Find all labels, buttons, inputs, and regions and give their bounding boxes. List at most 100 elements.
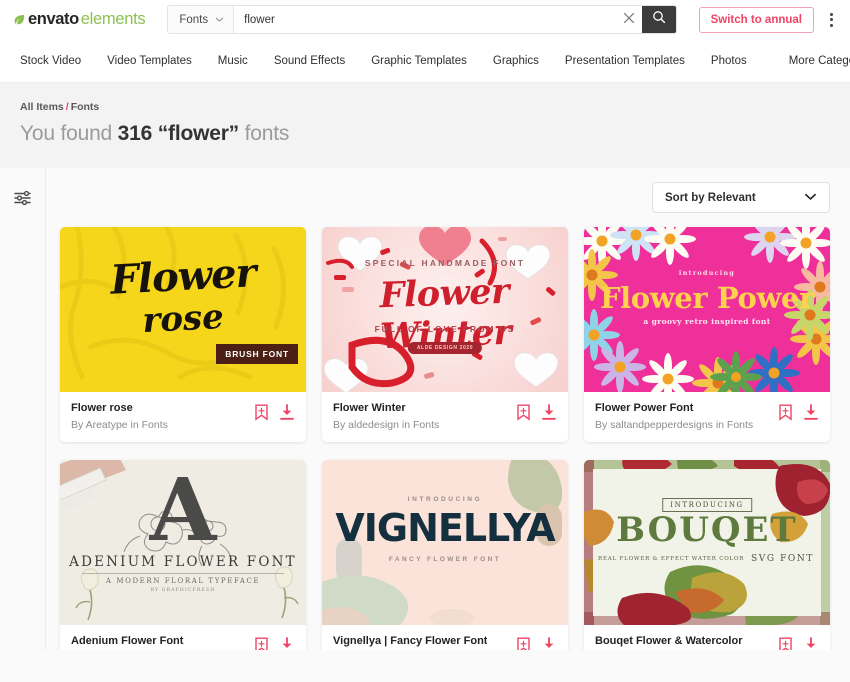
card-thumbnail[interactable]: Flower rose BRUSH FONT xyxy=(60,227,306,392)
nav-item-stock-video[interactable]: Stock Video xyxy=(18,55,94,67)
nav-item-graphic-templates[interactable]: Graphic Templates xyxy=(358,55,480,67)
kebab-dot xyxy=(830,12,833,16)
nav-item-graphics[interactable]: Graphics xyxy=(480,55,552,67)
card-meta: Bouqet Flower & Watercolor By maghrib in… xyxy=(584,625,830,650)
kebab-menu-icon[interactable] xyxy=(827,9,836,31)
breadcrumb-fonts[interactable]: Fonts xyxy=(71,101,100,113)
nav-item-presentation-templates[interactable]: Presentation Templates xyxy=(552,55,698,67)
breadcrumb-all-items[interactable]: All Items xyxy=(20,101,64,113)
result-card[interactable]: Flower rose BRUSH FONT Flower rose By Ar… xyxy=(60,227,306,442)
sort-by-select[interactable]: Sort by Relevant xyxy=(652,182,830,213)
search-submit-button[interactable] xyxy=(641,6,676,33)
chevron-down-icon xyxy=(804,190,817,206)
results-grid: Flower rose BRUSH FONT Flower rose By Ar… xyxy=(60,227,830,650)
filter-sliders-icon[interactable] xyxy=(14,190,31,211)
download-icon[interactable] xyxy=(279,404,295,426)
result-card[interactable]: SPECIAL HANDMADE FONT Flower Winter FULL… xyxy=(322,227,568,442)
card-meta: Flower rose By Areatype in Fonts xyxy=(60,392,306,442)
add-to-collection-icon[interactable] xyxy=(254,404,269,426)
card-author[interactable]: By aldedesign in Fonts xyxy=(333,419,439,431)
thumb-headline: VIGNELLYA xyxy=(335,505,555,550)
nav-item-more-categories[interactable]: More Categories xyxy=(776,55,850,67)
leaf-icon xyxy=(14,14,25,25)
sort-row: Sort by Relevant xyxy=(60,182,830,213)
nav-item-video-templates[interactable]: Video Templates xyxy=(94,55,205,67)
thumb-subheadline: REAL FLOWER & EFFECT WATER COLOR xyxy=(598,555,745,562)
add-to-collection-icon[interactable] xyxy=(516,404,531,426)
thumb-headline: ADENIUM FLOWER FONT xyxy=(69,553,297,570)
result-card[interactable]: INTRODUCING VIGNELLYA FANCY FLOWER FONT … xyxy=(322,459,568,650)
card-title[interactable]: Flower rose xyxy=(71,401,168,416)
top-bar: envatoelements Fonts Switch to annu xyxy=(0,0,850,40)
thumb-credit: BY GRAPHICFRESH xyxy=(150,587,216,593)
card-actions xyxy=(778,634,819,650)
card-thumbnail[interactable]: INTRODUCING VIGNELLYA FANCY FLOWER FONT xyxy=(322,459,568,625)
card-title[interactable]: Flower Winter xyxy=(333,401,439,416)
filter-rail xyxy=(0,168,46,650)
card-thumbnail[interactable]: A ADENIUM FLOWER FONT A MODERN FLORAL TY… xyxy=(60,459,306,625)
sort-by-label: Sort by Relevant xyxy=(665,191,756,204)
download-icon[interactable] xyxy=(541,404,557,426)
result-card[interactable]: introducing Flower Power a groovy retro … xyxy=(584,227,830,442)
card-meta: Vignellya | Fancy Flower Font By Vunira … xyxy=(322,625,568,650)
add-to-collection-icon[interactable] xyxy=(516,637,531,650)
thumb-tagline: SVG FONT xyxy=(750,553,814,564)
page-title-prefix: You found xyxy=(20,122,118,145)
hero-section: All Items / Fonts You found 316 “flower” f… xyxy=(0,83,850,168)
download-icon[interactable] xyxy=(803,404,819,426)
kebab-dot xyxy=(830,23,833,27)
card-meta-text: Bouqet Flower & Watercolor By maghrib in… xyxy=(595,634,743,650)
card-title[interactable]: Vignellya | Fancy Flower Font xyxy=(333,634,487,649)
thumb-kicker: INTRODUCING xyxy=(407,495,483,503)
breadcrumb: All Items / Fonts xyxy=(20,101,830,113)
add-to-collection-icon[interactable] xyxy=(778,404,793,426)
thumb-kicker: SPECIAL HANDMADE FONT xyxy=(364,258,526,268)
thumb-badge: BRUSH FONT xyxy=(216,344,298,364)
download-icon[interactable] xyxy=(803,636,819,650)
page-title-suffix: fonts xyxy=(239,122,290,145)
search-input[interactable] xyxy=(234,6,616,33)
switch-to-annual-button[interactable]: Switch to annual xyxy=(698,6,814,33)
logo-envato-text: envato xyxy=(28,10,79,28)
thumb-subheadline: A MODERN FLORAL TYPEFACE xyxy=(105,576,261,585)
card-meta-text: Flower Winter By aldedesign in Fonts xyxy=(333,401,439,431)
add-to-collection-icon[interactable] xyxy=(254,637,269,650)
thumb-badge: ALDE DESIGN 2020 xyxy=(407,342,483,354)
result-card[interactable]: A ADENIUM FLOWER FONT A MODERN FLORAL TY… xyxy=(60,459,306,650)
chevron-down-icon xyxy=(215,15,224,24)
card-actions xyxy=(254,401,295,426)
logo[interactable]: envato elements xyxy=(14,10,146,29)
breadcrumb-separator: / xyxy=(65,101,69,113)
search-icon xyxy=(652,10,666,29)
card-actions xyxy=(516,634,557,650)
primary-nav: Stock Video Video Templates Music Sound … xyxy=(0,40,850,83)
card-thumbnail[interactable]: SPECIAL HANDMADE FONT Flower Winter FULL… xyxy=(322,227,568,392)
search-bar: Fonts xyxy=(167,5,677,34)
card-thumbnail[interactable]: INTRODUCING BOUQET REAL FLOWER & EFFECT … xyxy=(584,459,830,625)
result-card[interactable]: INTRODUCING BOUQET REAL FLOWER & EFFECT … xyxy=(584,459,830,650)
download-icon[interactable] xyxy=(279,636,295,650)
card-meta-text: Adenium Flower Font By sameehmedia in Fo… xyxy=(71,634,192,650)
card-thumbnail[interactable]: introducing Flower Power a groovy retro … xyxy=(584,227,830,392)
clear-search-button[interactable] xyxy=(615,6,642,33)
logo-elements-text: elements xyxy=(80,10,146,28)
card-meta: Flower Power Font By saltandpepperdesign… xyxy=(584,392,830,442)
page-title: You found 316 “flower” fonts xyxy=(20,122,830,146)
nav-item-sound-effects[interactable]: Sound Effects xyxy=(261,55,358,67)
thumb-divider xyxy=(82,572,284,574)
nav-item-photos[interactable]: Photos xyxy=(698,55,760,67)
card-author[interactable]: By saltandpepperdesigns in Fonts xyxy=(595,419,753,431)
card-title[interactable]: Flower Power Font xyxy=(595,401,753,416)
search-category-select[interactable]: Fonts xyxy=(168,6,235,33)
card-title[interactable]: Bouqet Flower & Watercolor xyxy=(595,634,743,649)
card-author[interactable]: By Areatype in Fonts xyxy=(71,419,168,431)
card-meta-text: Flower Power Font By saltandpepperdesign… xyxy=(595,401,753,431)
add-to-collection-icon[interactable] xyxy=(778,637,793,650)
search-category-label: Fonts xyxy=(179,13,209,26)
nav-item-music[interactable]: Music xyxy=(205,55,261,67)
download-icon[interactable] xyxy=(541,636,557,650)
card-meta: Flower Winter By aldedesign in Fonts xyxy=(322,392,568,442)
thumb-letter: A xyxy=(149,459,217,561)
card-title[interactable]: Adenium Flower Font xyxy=(71,634,192,649)
close-icon xyxy=(623,11,635,29)
